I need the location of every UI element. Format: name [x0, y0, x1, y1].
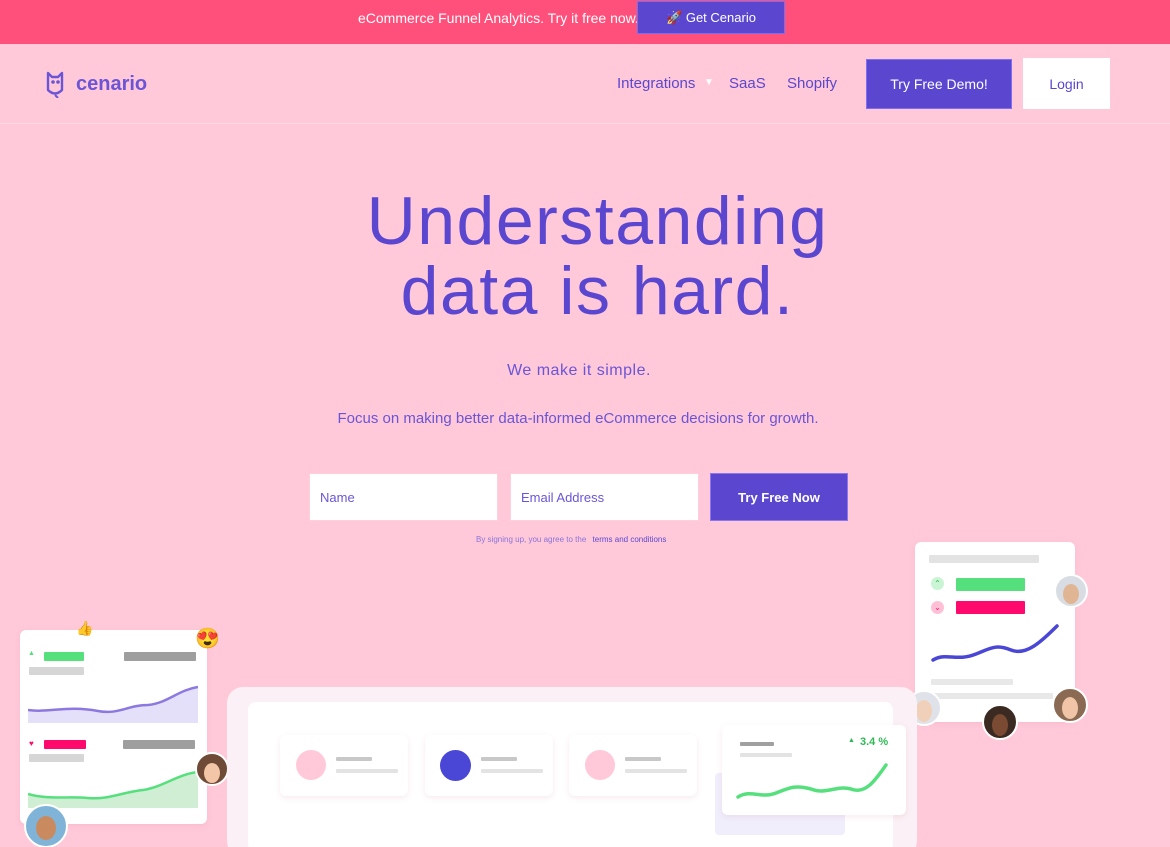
metrics-card-right: ⌃ ⌄: [915, 542, 1075, 722]
nav-link-saas[interactable]: SaaS: [729, 75, 766, 92]
kpi-dot: [585, 750, 615, 780]
hero-title: Understanding data is hard.: [0, 186, 1170, 326]
placeholder-bar: [740, 753, 792, 757]
top-nav: cenario Integrations ▼ SaaS Shopify Try …: [0, 44, 1170, 124]
owl-logo-icon: [46, 71, 64, 98]
avatar: [1054, 574, 1088, 608]
kpi-dot: [296, 750, 326, 780]
line-chart-blue: [931, 624, 1059, 662]
chevron-up-icon: ⌃: [931, 577, 944, 590]
growth-card: ▲ 3.4 %: [722, 725, 906, 815]
growth-stat: 3.4 %: [860, 736, 889, 748]
line-chart-green: [736, 763, 888, 799]
placeholder-bar: [625, 757, 661, 761]
area-chart-green: [28, 770, 198, 808]
heart-icon: ♥: [29, 739, 34, 748]
terms-link[interactable]: terms and conditions: [593, 535, 667, 544]
positive-bar: [44, 652, 84, 661]
email-input[interactable]: Email Address: [510, 473, 699, 521]
name-input[interactable]: Name: [309, 473, 498, 521]
avatar: [982, 704, 1018, 740]
kpi-card: [280, 735, 408, 796]
kpi-card: [425, 735, 553, 796]
logo[interactable]: cenario: [44, 70, 147, 98]
negative-bar: [44, 740, 86, 749]
placeholder-bar: [29, 754, 84, 762]
avatar: [195, 752, 229, 786]
login-button[interactable]: Login: [1023, 58, 1110, 109]
promo-text: eCommerce Funnel Analytics. Try it free …: [358, 10, 639, 26]
placeholder-bar: [929, 555, 1039, 563]
hero-description: Focus on making better data-informed eCo…: [337, 410, 819, 427]
hero-title-line-2: data is hard.: [400, 253, 795, 329]
hero-subtitle: We make it simple.: [507, 362, 651, 379]
terms-notice: By signing up, you agree to the terms an…: [476, 535, 666, 544]
metrics-card-left: ▲ ♥: [20, 630, 207, 824]
avatar: [1052, 687, 1088, 723]
chevron-down-icon[interactable]: ▼: [704, 77, 714, 88]
placeholder-bar: [29, 667, 84, 675]
placeholder-bar: [931, 693, 1053, 699]
kpi-dot: [440, 750, 471, 781]
try-free-demo-button[interactable]: Try Free Demo!: [866, 59, 1012, 109]
heart-eyes-emoji-icon: 😍: [195, 628, 220, 650]
hero-title-line-1: Understanding: [366, 183, 829, 259]
avatar: [24, 804, 68, 847]
placeholder-bar: [336, 757, 372, 761]
chevron-down-icon: ⌄: [931, 601, 944, 614]
placeholder-bar: [625, 769, 687, 773]
logo-text: cenario: [76, 72, 148, 95]
arrow-up-icon: ▲: [848, 737, 855, 744]
negative-bar: [956, 601, 1025, 614]
area-chart-purple: [28, 685, 198, 723]
thumbs-up-icon: 👍: [76, 620, 94, 636]
kpi-card: [569, 735, 697, 796]
get-cenario-button[interactable]: 🚀 Get Cenario: [637, 1, 785, 34]
placeholder-bar: [124, 652, 196, 661]
placeholder-bar: [931, 679, 1013, 685]
placeholder-bar: [481, 769, 543, 773]
placeholder-bar: [123, 740, 195, 749]
placeholder-bar: [740, 742, 774, 746]
try-free-now-button[interactable]: Try Free Now: [710, 473, 848, 521]
positive-bar: [956, 578, 1025, 591]
nav-link-integrations[interactable]: Integrations: [617, 75, 695, 92]
arrow-up-icon: ▲: [28, 650, 35, 657]
placeholder-bar: [481, 757, 517, 761]
promo-banner: eCommerce Funnel Analytics. Try it free …: [0, 0, 1170, 44]
terms-text: By signing up, you agree to the: [476, 535, 587, 544]
nav-link-shopify[interactable]: Shopify: [787, 75, 837, 92]
placeholder-bar: [336, 769, 398, 773]
